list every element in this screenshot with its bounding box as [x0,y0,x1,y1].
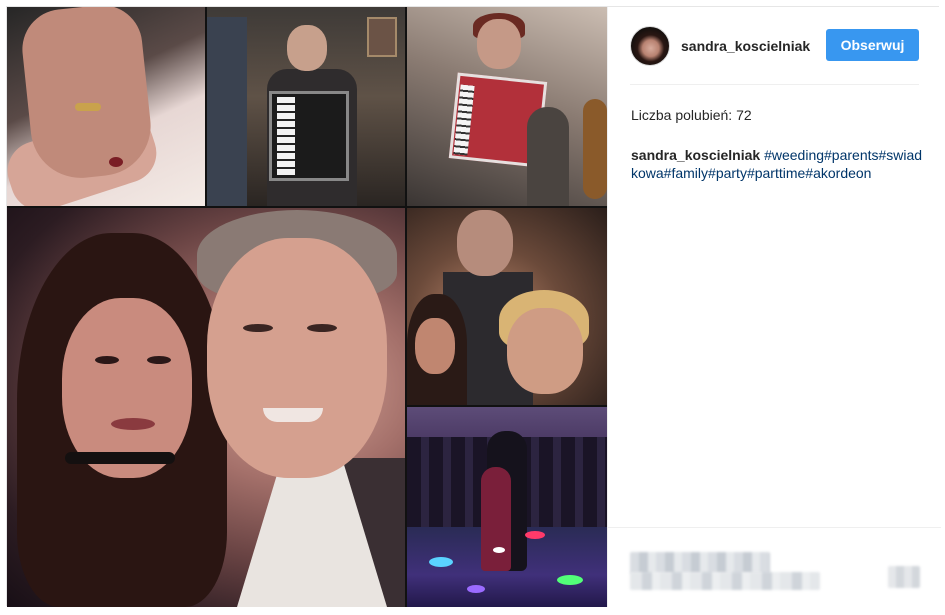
person-head [287,25,327,71]
person-head [457,210,513,276]
disco-light [557,575,583,585]
photo-family-trio [407,208,607,405]
disco-light [467,585,485,593]
picture-frame [367,17,397,57]
photo-man-accordion [207,7,405,206]
post-details-panel: sandra_koscielniak Obserwuj Liczba polub… [607,7,941,607]
blurred-content [888,566,920,588]
post-header: sandra_koscielniak Obserwuj [608,7,941,85]
photo-selfie-couple [7,208,405,607]
guitar [583,99,607,199]
photo-dance-floor [407,407,607,607]
wedding-ring [75,103,101,111]
face-shape [207,238,387,478]
username-link[interactable]: sandra_koscielniak [681,38,813,54]
disco-light [429,557,453,567]
lips-shape [111,418,155,430]
hand-shape [18,7,156,183]
header-divider [630,84,919,85]
eye-shape [95,356,119,364]
blurred-content [630,572,820,590]
nail-shape [109,157,123,167]
eye-shape [307,324,337,332]
accordion-keys [277,97,295,175]
post-photo-collage[interactable] [7,7,607,607]
face-shape [62,298,192,478]
caption-author-link[interactable]: sandra_koscielniak [631,147,760,163]
post-modal: sandra_koscielniak Obserwuj Liczba polub… [6,6,941,607]
photo-woman-accordion [407,7,607,206]
eye-shape [243,324,273,332]
post-caption: sandra_koscielniak #weeding#parents#swia… [631,146,923,182]
follow-button[interactable]: Obserwuj [826,29,919,61]
face-shape [415,318,455,374]
child-figure [527,107,569,206]
disco-light [525,531,545,539]
person-head [477,19,521,69]
photo-hands-ring [7,7,205,206]
likes-count[interactable]: Liczba polubień: 72 [631,107,752,123]
dress-shape [481,467,511,571]
background-person [207,17,247,206]
disco-light [493,547,505,553]
face-shape [507,308,583,394]
choker-necklace [65,452,175,464]
comment-area-blurred [608,527,941,607]
profile-avatar[interactable] [630,26,670,66]
smile-shape [263,408,323,422]
blurred-content [630,552,770,574]
eye-shape [147,356,171,364]
